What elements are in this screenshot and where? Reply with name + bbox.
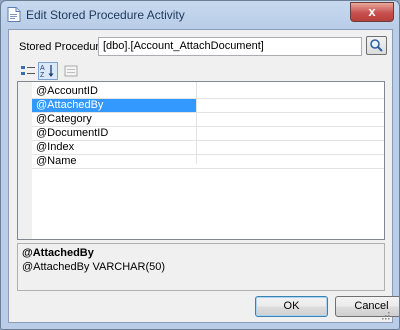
ok-button[interactable]: OK xyxy=(255,296,328,317)
svg-text:Z: Z xyxy=(40,72,45,79)
description-title: @AttachedBy xyxy=(22,247,94,259)
search-icon xyxy=(370,39,383,52)
stored-procedure-label: Stored Procedure: xyxy=(19,41,109,53)
parameter-name: @AttachedBy xyxy=(32,99,196,112)
categorized-view-button[interactable] xyxy=(18,62,38,80)
resize-grip-icon[interactable] xyxy=(380,310,390,320)
dialog-client-area: Stored Procedure: [dbo].[Account_AttachD… xyxy=(8,29,399,323)
cancel-button[interactable]: Cancel xyxy=(335,296,399,317)
parameter-grid[interactable]: @AccountID @AttachedBy @Category @Docume… xyxy=(17,81,385,240)
stored-procedure-field[interactable]: [dbo].[Account_AttachDocument] xyxy=(98,37,362,56)
parameter-row-attachedby[interactable]: @AttachedBy xyxy=(32,99,384,113)
property-pages-button[interactable] xyxy=(61,62,81,80)
parameter-row-index[interactable]: @Index xyxy=(32,141,384,155)
title-bar[interactable]: Edit Stored Procedure Activity x xyxy=(1,1,399,29)
dialog-window: Edit Stored Procedure Activity x Stored … xyxy=(0,0,400,330)
parameter-name: @Name xyxy=(36,155,77,167)
description-panel: @AttachedBy @AttachedBy VARCHAR(50) xyxy=(17,243,385,291)
window-title: Edit Stored Procedure Activity xyxy=(26,8,185,22)
description-text: @AttachedBy VARCHAR(50) xyxy=(22,261,166,273)
close-button[interactable]: x xyxy=(350,2,394,22)
stored-procedure-search-button[interactable] xyxy=(366,36,387,55)
parameter-name: @Index xyxy=(36,141,75,153)
alphabetical-view-button[interactable]: A Z xyxy=(38,62,58,80)
parameter-row-name[interactable]: @Name xyxy=(32,155,384,169)
categorized-view-icon xyxy=(21,66,35,75)
parameter-row-accountid[interactable]: @AccountID xyxy=(32,85,384,99)
parameter-name: @DocumentID xyxy=(36,127,109,139)
close-icon: x xyxy=(368,4,376,19)
parameter-row-documentid[interactable]: @DocumentID xyxy=(32,127,384,141)
svg-text:A: A xyxy=(40,65,45,72)
property-pages-icon xyxy=(64,65,78,77)
parameter-name: @Category xyxy=(36,113,92,125)
document-icon xyxy=(7,7,21,22)
sort-alphabetical-icon: A Z xyxy=(40,65,54,79)
parameter-row-category[interactable]: @Category xyxy=(32,113,384,127)
grid-margin xyxy=(18,82,32,239)
parameter-name: @AccountID xyxy=(36,85,98,97)
